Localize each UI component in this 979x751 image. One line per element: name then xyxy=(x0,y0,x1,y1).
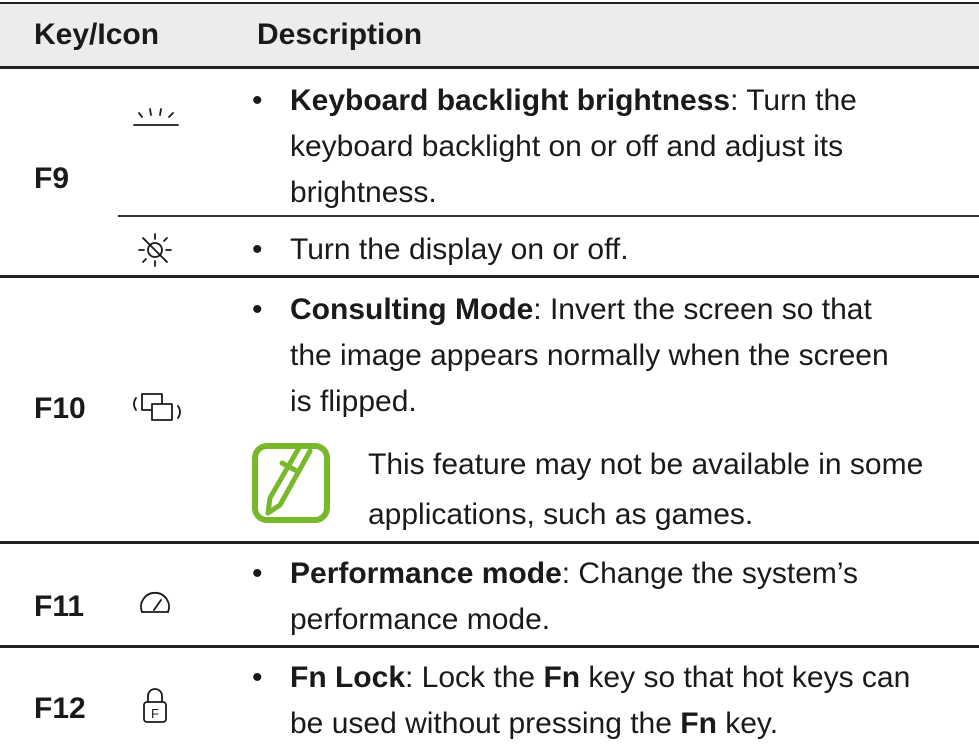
f10-desc-text: : Invert the screen so that xyxy=(533,293,872,326)
f12-desc-text: key so that hot keys can xyxy=(580,661,911,694)
keyboard-backlight-icon xyxy=(133,108,179,126)
key-f10: F10 xyxy=(34,392,86,425)
f9-desc-text: : Turn the xyxy=(730,84,857,117)
consulting-mode-icon xyxy=(133,393,181,421)
f11-desc-line2: performance mode. xyxy=(290,603,551,636)
key-f9: F9 xyxy=(34,162,70,195)
header-key-icon: Key/Icon xyxy=(34,18,160,51)
bullet: • xyxy=(252,557,263,590)
header-rule xyxy=(0,66,979,69)
fn-key-label: Fn xyxy=(680,707,717,740)
note-pencil-icon xyxy=(252,443,330,523)
bullet: • xyxy=(252,293,263,326)
key-f12: F12 xyxy=(34,692,86,725)
f9-sub-divider xyxy=(118,215,979,217)
key-f11: F11 xyxy=(34,590,85,623)
fn-lock-icon: F xyxy=(143,688,167,723)
f10-desc-line3: is flipped. xyxy=(290,385,417,418)
bullet: • xyxy=(252,661,263,694)
f11-title: Performance mode xyxy=(290,557,562,590)
row-rule xyxy=(0,541,979,544)
f12-desc-line2: be used without pressing the Fn key. xyxy=(290,697,778,751)
f11-desc-text: : Change the system’s xyxy=(561,557,859,590)
fn-lock-letter: F xyxy=(151,706,159,721)
f10-note-line2: applications, such as games. xyxy=(368,498,754,531)
f10-note-line1: This feature may not be available in som… xyxy=(368,448,924,481)
f12-desc-text: be used without pressing the xyxy=(290,707,681,740)
f9-desc-line3: brightness. xyxy=(290,176,437,209)
key-table: Key/Icon Description F9 • Keyboard backl… xyxy=(0,0,979,740)
f12-desc-text: key. xyxy=(716,707,779,740)
row-rule xyxy=(0,645,979,648)
f12-title: Fn Lock xyxy=(290,661,406,694)
row-rule xyxy=(0,275,979,278)
bullet: • xyxy=(252,233,263,266)
performance-gauge-icon xyxy=(140,591,170,613)
f10-title: Consulting Mode xyxy=(290,293,534,326)
f9-display-text: Turn the display on or off. xyxy=(290,233,629,266)
header-description: Description xyxy=(257,18,423,51)
fn-key-label: Fn xyxy=(543,661,581,694)
display-off-icon xyxy=(138,233,172,267)
bullet: • xyxy=(252,84,263,117)
f12-desc-text: : Lock the xyxy=(405,661,544,694)
f9-title: Keyboard backlight brightness xyxy=(290,84,731,117)
